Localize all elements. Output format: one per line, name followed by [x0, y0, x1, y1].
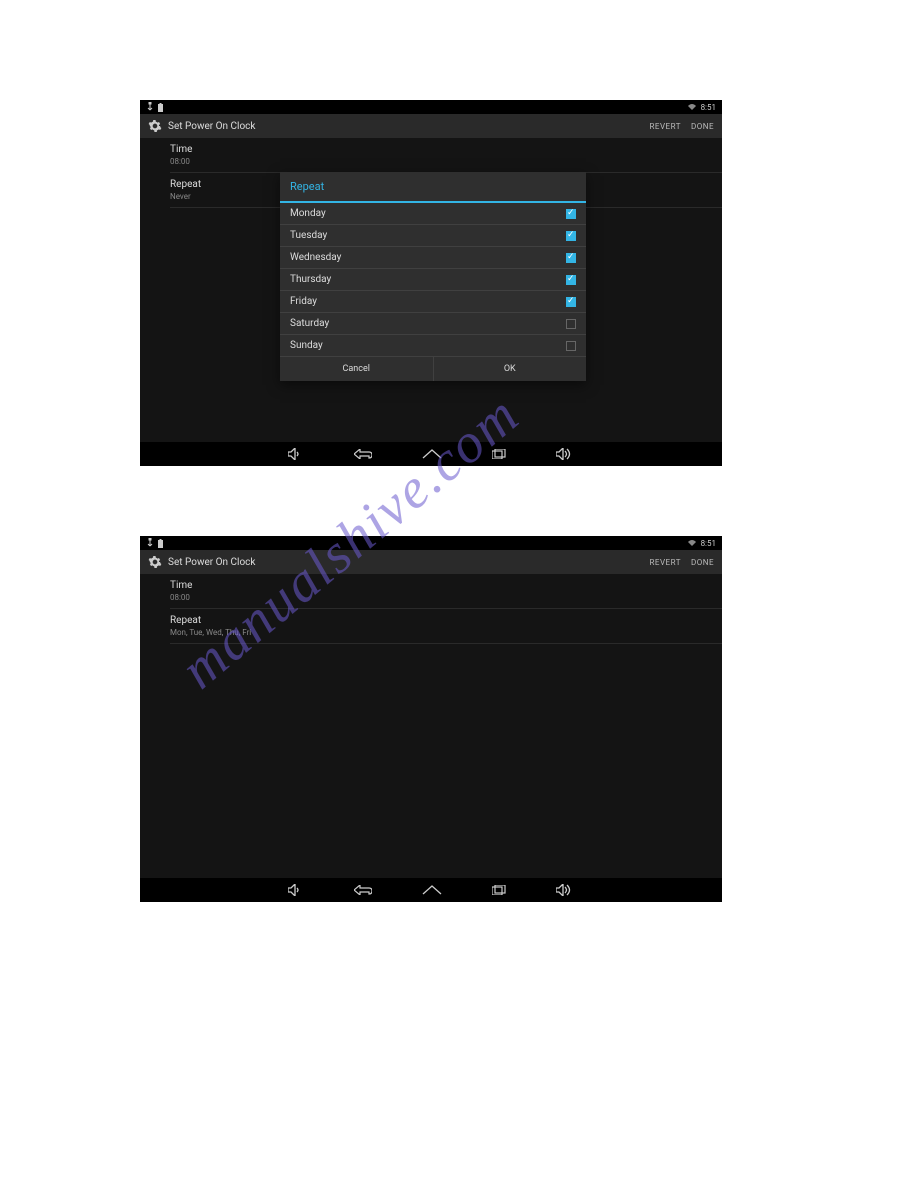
volume-up-icon[interactable]: [556, 448, 574, 460]
battery-icon: [158, 539, 163, 548]
status-bar: 8:51: [140, 100, 722, 114]
day-checkbox[interactable]: [566, 253, 576, 263]
day-row-sunday[interactable]: Sunday: [280, 335, 586, 356]
home-icon[interactable]: [422, 885, 442, 895]
screenshot-1-repeat-dialog: 8:51 Set Power On Clock REVERT DONE Time…: [140, 100, 722, 466]
time-value: 08:00: [170, 593, 722, 602]
wifi-icon: [687, 103, 697, 111]
nav-bar: [140, 442, 722, 466]
day-row-wednesday[interactable]: Wednesday: [280, 247, 586, 269]
day-checkbox[interactable]: [566, 319, 576, 329]
divider: [170, 643, 722, 644]
recent-apps-icon[interactable]: [492, 449, 506, 459]
day-label: Monday: [290, 208, 326, 219]
status-time: 8:51: [701, 103, 716, 112]
wifi-icon: [687, 539, 697, 547]
settings-header: Set Power On Clock REVERT DONE: [140, 550, 722, 574]
dialog-title: Repeat: [280, 172, 586, 203]
time-item[interactable]: Time 08:00: [140, 138, 722, 172]
revert-button[interactable]: REVERT: [649, 122, 681, 131]
back-icon[interactable]: [354, 885, 372, 895]
nav-bar: [140, 878, 722, 902]
day-row-tuesday[interactable]: Tuesday: [280, 225, 586, 247]
day-row-monday[interactable]: Monday: [280, 203, 586, 225]
day-label: Friday: [290, 296, 317, 307]
status-time: 8:51: [701, 539, 716, 548]
header-title: Set Power On Clock: [168, 557, 255, 568]
day-row-saturday[interactable]: Saturday: [280, 313, 586, 335]
time-label: Time: [170, 144, 722, 155]
ok-button[interactable]: OK: [434, 357, 587, 381]
day-label: Saturday: [290, 318, 329, 329]
volume-down-icon[interactable]: [288, 884, 304, 896]
day-row-thursday[interactable]: Thursday: [280, 269, 586, 291]
back-icon[interactable]: [354, 449, 372, 459]
day-label: Sunday: [290, 340, 323, 351]
day-row-friday[interactable]: Friday: [280, 291, 586, 313]
day-checkbox[interactable]: [566, 341, 576, 351]
done-button[interactable]: DONE: [691, 558, 714, 567]
repeat-value: Mon, Tue, Wed, Thu, Fri: [170, 628, 722, 637]
screenshot-2-settings: 8:51 Set Power On Clock REVERT DONE Time…: [140, 536, 722, 902]
status-bar: 8:51: [140, 536, 722, 550]
settings-content: Time 08:00 Repeat Mon, Tue, Wed, Thu, Fr…: [140, 574, 722, 878]
day-checkbox[interactable]: [566, 209, 576, 219]
usb-icon: [146, 102, 154, 112]
day-label: Tuesday: [290, 230, 327, 241]
volume-down-icon[interactable]: [288, 448, 304, 460]
settings-header: Set Power On Clock REVERT DONE: [140, 114, 722, 138]
day-checkbox[interactable]: [566, 297, 576, 307]
done-button[interactable]: DONE: [691, 122, 714, 131]
repeat-dialog: Repeat Monday Tuesday Wednesday Thursday Fri…: [280, 172, 586, 381]
usb-icon: [146, 538, 154, 548]
volume-up-icon[interactable]: [556, 884, 574, 896]
header-title: Set Power On Clock: [168, 121, 255, 132]
revert-button[interactable]: REVERT: [649, 558, 681, 567]
day-checkbox[interactable]: [566, 231, 576, 241]
gear-icon: [148, 119, 162, 133]
repeat-item[interactable]: Repeat Mon, Tue, Wed, Thu, Fri: [140, 609, 722, 643]
day-label: Wednesday: [290, 252, 341, 263]
cancel-button[interactable]: Cancel: [280, 357, 434, 381]
recent-apps-icon[interactable]: [492, 885, 506, 895]
time-value: 08:00: [170, 157, 722, 166]
day-checkbox[interactable]: [566, 275, 576, 285]
repeat-label: Repeat: [170, 615, 722, 626]
time-label: Time: [170, 580, 722, 591]
day-label: Thursday: [290, 274, 331, 285]
home-icon[interactable]: [422, 449, 442, 459]
time-item[interactable]: Time 08:00: [140, 574, 722, 608]
gear-icon: [148, 555, 162, 569]
battery-icon: [158, 103, 163, 112]
